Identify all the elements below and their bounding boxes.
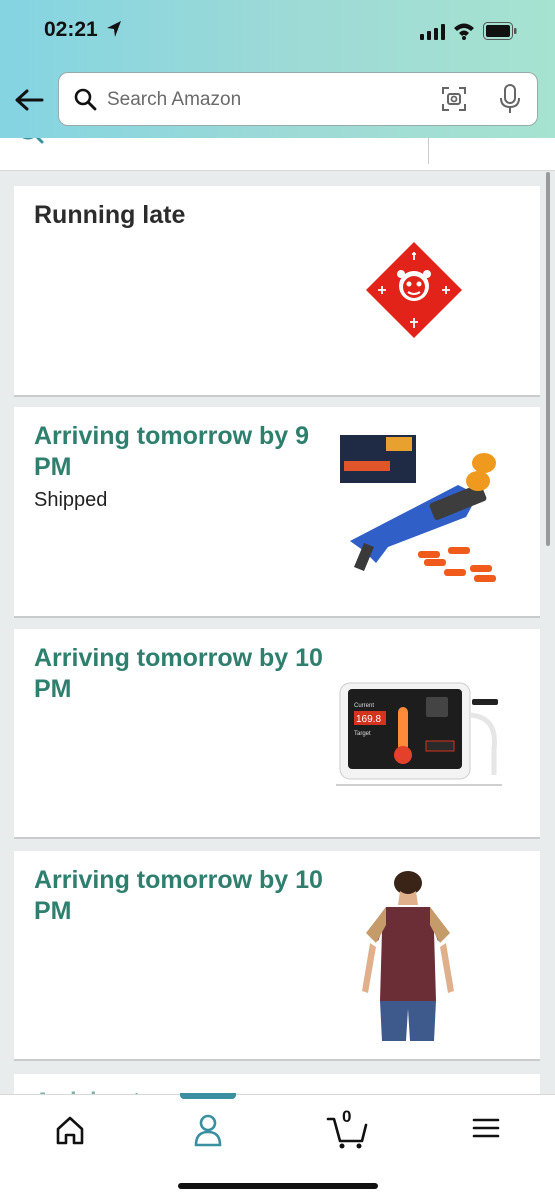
order-card[interactable]: Arriving tomorrow by 10 PM xyxy=(14,851,540,1061)
app-header: 02:21 xyxy=(0,0,555,138)
search-bar[interactable] xyxy=(58,72,538,126)
wifi-icon xyxy=(454,23,474,40)
womens-tshirt-image xyxy=(362,871,454,1041)
battery-icon xyxy=(483,22,517,40)
microphone-icon[interactable] xyxy=(499,84,521,114)
order-card[interactable]: Running late xyxy=(14,186,540,397)
smart-thermometer-display-image: Current 169.8 Target xyxy=(336,682,502,786)
home-indicator-bar xyxy=(178,1183,378,1189)
search-icon xyxy=(74,88,97,111)
order-card[interactable]: Arriving tomorrow by 10 PM Current 169.8… xyxy=(14,629,540,839)
active-tab-indicator xyxy=(180,1093,236,1099)
cart-count-badge: 0 xyxy=(342,1107,352,1126)
order-card[interactable]: Arriving tomorrow by 9 PM Shipped xyxy=(14,407,540,618)
order-delivery-status: Arriving tomorrow by 10 PM xyxy=(34,644,323,703)
bottom-navigation: 0 xyxy=(0,1093,555,1201)
lunar-new-year-decoration-image xyxy=(366,242,462,338)
camera-scan-icon[interactable] xyxy=(441,86,467,112)
status-time: 02:21 xyxy=(44,18,98,41)
order-delivery-status: Running late xyxy=(34,201,186,229)
account-icon[interactable] xyxy=(178,1103,238,1153)
cellular-signal-icon xyxy=(420,24,445,40)
order-delivery-status: Arriving tomorrow by 10 PM xyxy=(34,866,323,925)
display-current-label: Current xyxy=(354,703,374,709)
back-arrow-icon[interactable] xyxy=(12,86,46,114)
display-temperature-value: 169.8 xyxy=(356,714,381,725)
order-shipping-status: Shipped xyxy=(34,489,108,511)
menu-hamburger-icon[interactable] xyxy=(456,1103,516,1153)
location-arrow-icon xyxy=(107,21,121,37)
cart-button[interactable]: 0 xyxy=(318,1103,378,1153)
home-icon[interactable] xyxy=(40,1103,100,1153)
toy-blaster-image xyxy=(340,435,496,582)
status-bar: 02:21 xyxy=(0,0,555,62)
search-input[interactable] xyxy=(107,87,427,113)
order-delivery-status: Arriving tomorrow by 9 PM xyxy=(34,422,310,481)
scrollbar[interactable] xyxy=(546,172,550,546)
display-target-label: Target xyxy=(354,731,371,737)
